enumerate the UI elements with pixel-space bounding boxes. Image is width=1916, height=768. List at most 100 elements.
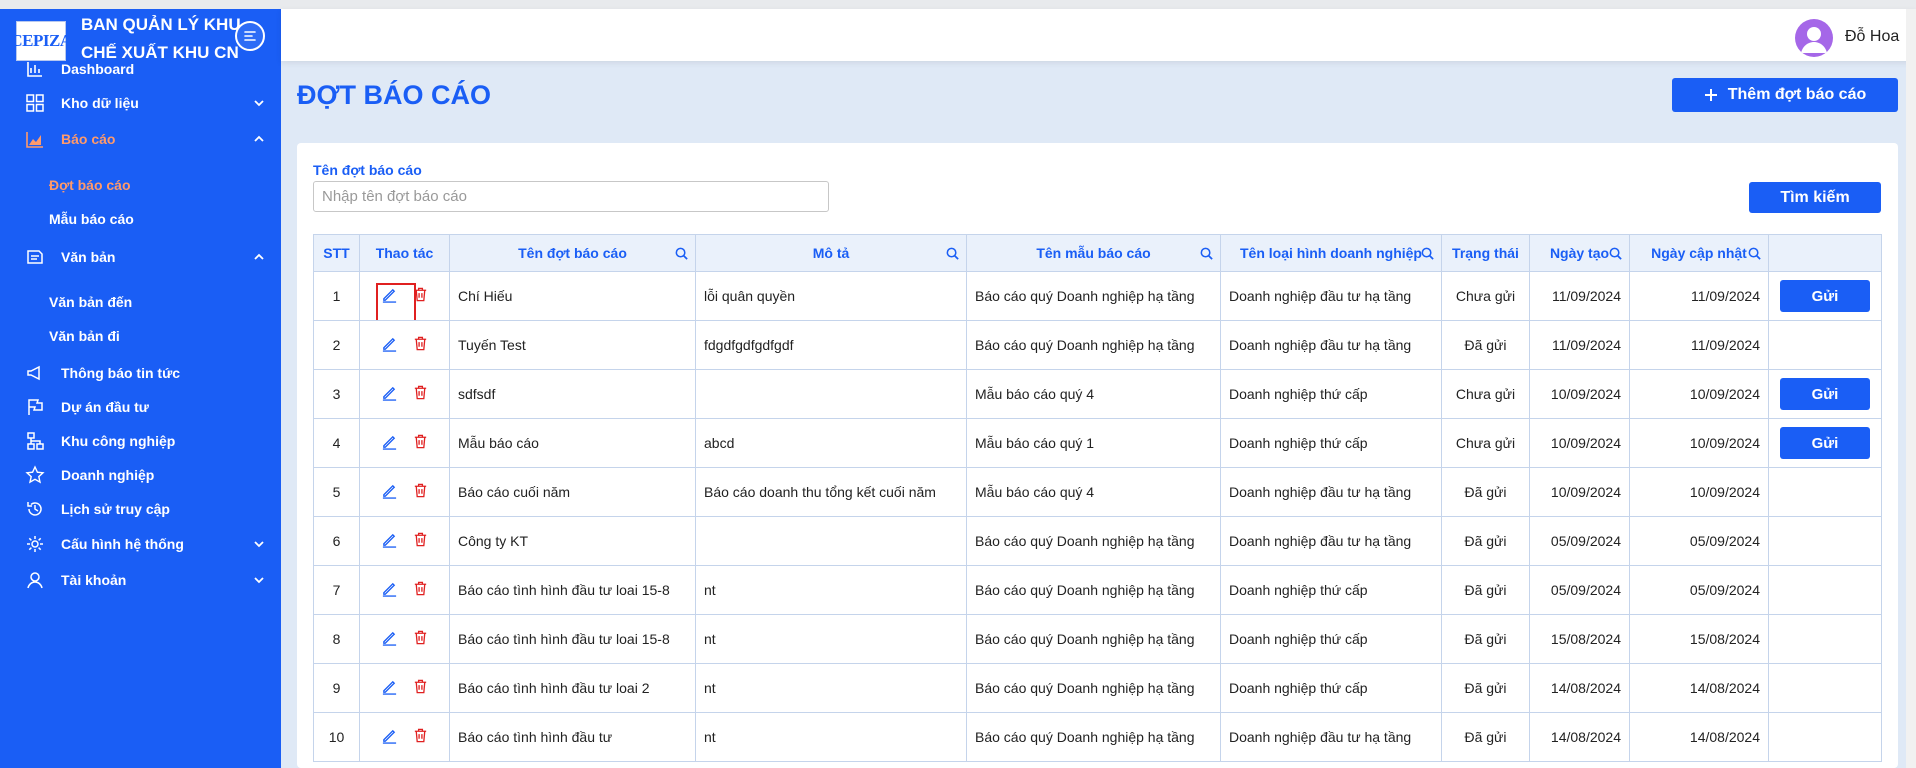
sidebar-subitem-dot-bao-cao[interactable]: Đợt báo cáo <box>49 177 131 193</box>
cell-actions <box>359 418 450 468</box>
trash-icon[interactable] <box>412 384 429 404</box>
status-badge: Đã gửi <box>1441 712 1530 762</box>
status-badge: Đã gửi <box>1441 467 1530 517</box>
cell-updated: 05/09/2024 <box>1629 565 1769 615</box>
plus-icon <box>1704 89 1717 101</box>
user-name[interactable]: Đỗ Hoa <box>1845 28 1899 46</box>
edit-icon[interactable] <box>381 335 398 355</box>
browser-top-strip <box>0 0 1916 9</box>
edit-icon[interactable] <box>381 482 398 502</box>
status-badge: Đã gửi <box>1441 614 1530 664</box>
search-icon[interactable] <box>1608 246 1623 261</box>
sidebar-item-doanh-nghiep[interactable]: Doanh nghiệp <box>0 460 281 490</box>
cell-updated: 10/09/2024 <box>1629 467 1769 517</box>
trash-icon[interactable] <box>412 335 429 355</box>
cell-created: 05/09/2024 <box>1529 516 1630 566</box>
cell-created: 10/09/2024 <box>1529 467 1630 517</box>
edit-icon[interactable] <box>381 433 398 453</box>
send-button[interactable]: Gửi <box>1780 378 1870 410</box>
edit-icon[interactable] <box>381 384 398 404</box>
cell-send: Gửi <box>1768 369 1882 419</box>
cell-desc: nt <box>695 712 967 762</box>
page-scrollbar[interactable] <box>1906 9 1916 768</box>
sidebar-item-khu-cong-nghiep[interactable]: Khu công nghiệp <box>0 426 281 456</box>
cell-send <box>1768 663 1882 713</box>
search-icon[interactable] <box>945 246 960 261</box>
cell-desc: nt <box>695 565 967 615</box>
cell-name: Báo cáo cuối năm <box>449 467 696 517</box>
search-button[interactable]: Tìm kiếm <box>1749 182 1881 213</box>
edit-icon[interactable] <box>381 678 398 698</box>
sidebar-item-bao-cao[interactable]: Báo cáo <box>0 124 281 154</box>
trash-icon[interactable] <box>412 482 429 502</box>
cell-send <box>1768 516 1882 566</box>
sidebar-item-kho-du-lieu[interactable]: Kho dữ liệu <box>0 88 281 118</box>
avatar[interactable] <box>1795 19 1833 57</box>
trash-icon[interactable] <box>412 678 429 698</box>
edit-icon[interactable] <box>381 727 398 747</box>
cell-name: Báo cáo tình hình đầu tư loai 2 <box>449 663 696 713</box>
sidebar-item-du-an[interactable]: Dự án đầu tư <box>0 392 281 422</box>
sidebar-item-thong-bao[interactable]: Thông báo tin tức <box>0 358 281 388</box>
cell-desc: nt <box>695 663 967 713</box>
search-icon[interactable] <box>1199 246 1214 261</box>
cell-updated: 05/09/2024 <box>1629 516 1769 566</box>
search-icon[interactable] <box>674 246 689 261</box>
cell-send <box>1768 565 1882 615</box>
sidebar-item-lich-su[interactable]: Lịch sử truy cập <box>0 494 281 524</box>
cell-name: sdfsdf <box>449 369 696 419</box>
cell-type: Doanh nghiệp đầu tư hạ tầng <box>1220 712 1442 762</box>
table-row: 1 Chí Hiếu lỗi quân quyền Báo cáo quý Doanh… <box>313 271 1882 321</box>
column-header-label: Tên mẫu báo cáo <box>1036 245 1151 261</box>
trash-icon[interactable] <box>412 629 429 649</box>
sidebar-subitem-mau-bao-cao[interactable]: Mẫu báo cáo <box>49 211 134 227</box>
table-row: 7 Báo cáo tình hình đầu tư loai 15-8 nt Báo… <box>313 565 1882 615</box>
sidebar-subitem-van-ban-di[interactable]: Văn bản đi <box>49 328 120 344</box>
trash-icon[interactable] <box>412 580 429 600</box>
report-name-search-input[interactable] <box>313 181 829 212</box>
cell-template: Báo cáo quý Doanh nghiệp hạ tầng <box>966 565 1221 615</box>
search-icon[interactable] <box>1747 246 1762 261</box>
table-row: 4 Mẫu báo cáo abcd Mẫu báo cáo quý 1 Doanh n… <box>313 418 1882 468</box>
search-icon[interactable] <box>1420 246 1435 261</box>
report-period-table: STT Thao tác Tên đợt báo cáo Mô tả Tên mẫu b… <box>313 234 1882 762</box>
cell-template: Mẫu báo cáo quý 4 <box>966 467 1221 517</box>
sidebar-item-label: Khu công nghiệp <box>61 433 176 449</box>
cell-template: Mẫu báo cáo quý 1 <box>966 418 1221 468</box>
send-button[interactable]: Gửi <box>1780 427 1870 459</box>
column-header: STT <box>313 234 360 272</box>
cell-type: Doanh nghiệp thứ cấp <box>1220 565 1442 615</box>
star-icon <box>24 464 46 486</box>
sidebar-item-tai-khoan[interactable]: Tài khoản <box>0 565 281 595</box>
column-header: Mô tả <box>695 234 967 272</box>
sidebar-item-dashboard[interactable]: Dashboard <box>0 54 281 84</box>
sidebar-subitem-van-ban-den[interactable]: Văn bản đến <box>49 294 132 310</box>
cell-stt: 5 <box>313 467 360 517</box>
column-header: Tên đợt báo cáo <box>449 234 696 272</box>
cell-updated: 14/08/2024 <box>1629 663 1769 713</box>
avatar-icon <box>1801 27 1827 53</box>
add-report-period-button[interactable]: Thêm đợt báo cáo <box>1672 78 1898 112</box>
cell-type: Doanh nghiệp đầu tư hạ tầng <box>1220 467 1442 517</box>
edit-icon[interactable] <box>381 629 398 649</box>
cell-template: Báo cáo quý Doanh nghiệp hạ tầng <box>966 516 1221 566</box>
trash-icon[interactable] <box>412 433 429 453</box>
sidebar-item-van-ban[interactable]: Văn bản <box>0 242 281 272</box>
cell-name: Mẫu báo cáo <box>449 418 696 468</box>
sidebar-collapse-button[interactable] <box>235 21 265 51</box>
cell-type: Doanh nghiệp thứ cấp <box>1220 418 1442 468</box>
cell-actions <box>359 516 450 566</box>
cell-created: 11/09/2024 <box>1529 271 1630 321</box>
trash-icon[interactable] <box>412 727 429 747</box>
send-button[interactable]: Gửi <box>1780 280 1870 312</box>
edit-icon[interactable] <box>381 580 398 600</box>
column-header-label: Ngày tạo <box>1549 245 1610 261</box>
edit-icon[interactable] <box>381 531 398 551</box>
trash-icon[interactable] <box>412 531 429 551</box>
cell-created: 14/08/2024 <box>1529 712 1630 762</box>
chevron-down-icon <box>254 577 264 584</box>
sidebar-item-cau-hinh[interactable]: Cấu hình hệ thống <box>0 529 281 559</box>
flag-icon <box>24 396 46 418</box>
cell-send <box>1768 320 1882 370</box>
cell-stt: 10 <box>313 712 360 762</box>
